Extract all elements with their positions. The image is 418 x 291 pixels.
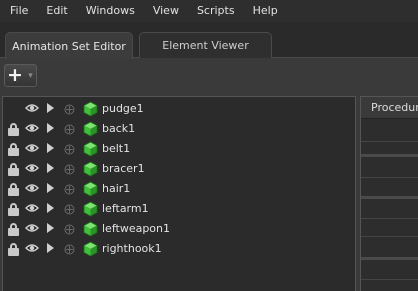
procedural-panel: Procedural [360,96,418,291]
lock-icon[interactable] [8,143,19,156]
eye-icon[interactable] [25,202,39,217]
grid-line [361,279,418,280]
eye-icon[interactable] [25,182,39,197]
play-arrow-icon[interactable] [47,223,54,233]
expand-icon[interactable] [64,204,75,218]
eye-icon[interactable] [25,142,39,157]
tab-bar: Animation Set Editor Element Viewer [0,22,418,59]
lock-icon[interactable] [8,123,19,136]
play-arrow-icon[interactable] [47,163,54,173]
tree-item-label: bracer1 [102,162,145,175]
lock-icon[interactable] [8,223,19,236]
expand-icon[interactable] [64,164,75,178]
grid-line [361,236,418,237]
eye-icon[interactable] [25,102,39,117]
tree-item-label: leftweapon1 [102,222,171,235]
expand-icon[interactable] [64,184,75,198]
menu-help[interactable]: Help [244,0,287,22]
expand-icon[interactable] [64,144,75,158]
tree-item-label: back1 [102,122,136,135]
eye-icon[interactable] [25,122,39,137]
tree-item-label: pudge1 [102,102,144,115]
tree-row[interactable]: back1 [3,119,355,139]
cube-icon [83,161,98,180]
tree-row[interactable]: bracer1 [3,159,355,179]
tree-row[interactable]: belt1 [3,139,355,159]
grid-line [361,218,418,219]
play-arrow-icon[interactable] [47,123,54,133]
lock-icon[interactable] [8,203,19,216]
tree-row[interactable]: righthook1 [3,239,355,259]
animation-set-tree: pudge1 back1 belt1 bracer1 hair1 leftarm1 left… [2,96,356,291]
grid-line [361,141,418,142]
menu-scripts[interactable]: Scripts [188,0,244,22]
grid-line [361,257,418,260]
tree-row[interactable]: hair1 [3,179,355,199]
tree-item-label: righthook1 [102,242,162,255]
menu-bar: File Edit Windows View Scripts Help [0,0,418,22]
chevron-down-icon[interactable]: ▾ [25,65,36,86]
play-arrow-icon[interactable] [47,203,54,213]
eye-icon[interactable] [25,242,39,257]
lock-icon[interactable] [8,183,19,196]
cube-icon [83,121,98,140]
expand-icon[interactable] [64,104,75,118]
cube-icon [83,201,98,220]
play-arrow-icon[interactable] [47,103,54,113]
menu-edit[interactable]: Edit [37,0,76,22]
expand-icon[interactable] [64,244,75,258]
cube-icon [83,181,98,200]
cube-icon [83,221,98,240]
eye-icon[interactable] [25,162,39,177]
grid-line [361,196,418,199]
tree-row[interactable]: leftweapon1 [3,219,355,239]
tab-element-viewer[interactable]: Element Viewer [139,32,272,58]
menu-windows[interactable]: Windows [77,0,144,22]
tree-row[interactable]: pudge1 [3,99,355,119]
procedural-column-header[interactable]: Procedural [361,97,418,119]
tree-item-label: leftarm1 [102,202,149,215]
tree-row[interactable]: leftarm1 [3,199,355,219]
eye-icon[interactable] [25,222,39,237]
cube-icon [83,141,98,160]
grid-line [361,177,418,178]
expand-icon[interactable] [64,224,75,238]
lock-icon[interactable] [8,243,19,256]
play-arrow-icon[interactable] [47,183,54,193]
play-arrow-icon[interactable] [47,143,54,153]
tab-animation-set-editor[interactable]: Animation Set Editor [5,32,133,59]
play-arrow-icon[interactable] [47,243,54,253]
add-button[interactable]: + ▾ [4,64,37,87]
lock-icon[interactable] [8,163,19,176]
menu-view[interactable]: View [144,0,188,22]
grid-line [361,154,418,157]
toolbar: + ▾ [0,59,418,94]
cube-icon [83,241,98,260]
plus-icon: + [7,64,23,86]
tree-item-label: belt1 [102,142,131,155]
cube-icon [83,101,98,120]
expand-icon[interactable] [64,124,75,138]
menu-file[interactable]: File [0,0,37,22]
tree-item-label: hair1 [102,182,131,195]
